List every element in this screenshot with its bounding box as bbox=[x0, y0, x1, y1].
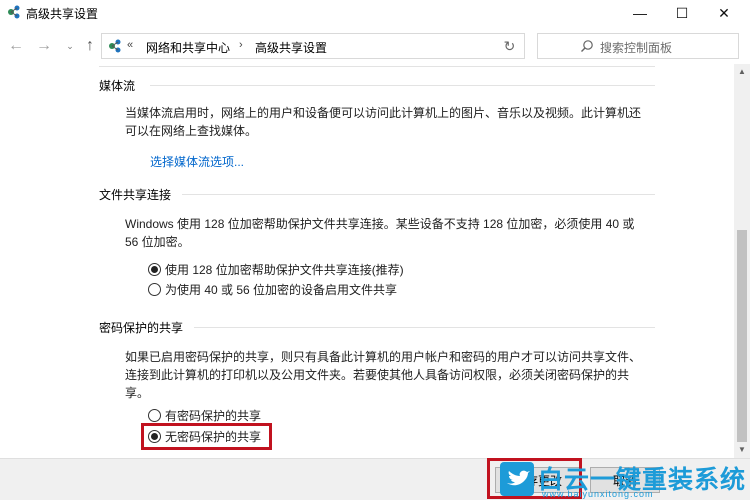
close-button[interactable]: ✕ bbox=[704, 0, 744, 26]
radio-128bit-encryption[interactable]: 使用 128 位加密帮助保护文件共享连接(推荐) bbox=[148, 261, 404, 277]
network-sharing-icon bbox=[109, 39, 121, 53]
watermark-url: www.baiyunxitong.com bbox=[542, 489, 654, 499]
section-divider bbox=[194, 327, 655, 328]
scroll-down-icon[interactable]: ▼ bbox=[734, 442, 750, 458]
search-icon bbox=[581, 40, 593, 52]
section-divider bbox=[150, 85, 655, 86]
address-bar[interactable]: « 网络和共享中心 › 高级共享设置 ⌄ bbox=[101, 33, 584, 59]
radio-40-56bit-encryption[interactable]: 为使用 40 或 56 位加密的设备启用文件共享 bbox=[148, 281, 397, 297]
up-arrow-icon[interactable]: ↑ bbox=[80, 36, 100, 56]
chevron-right-icon[interactable]: › bbox=[239, 39, 243, 51]
navigation-bar: ← → ⌄ ↑ « 网络和共享中心 › 高级共享设置 ⌄ ↻ 搜索控制面板 bbox=[0, 28, 750, 64]
recent-locations-icon[interactable]: ⌄ bbox=[60, 36, 80, 56]
radio-label[interactable]: 使用 128 位加密帮助保护文件共享连接(推荐) bbox=[165, 261, 404, 278]
radio-button-selected[interactable] bbox=[148, 262, 161, 276]
breadcrumb-overflow[interactable]: « bbox=[127, 39, 133, 51]
media-description-line: 可以在网络上查找媒体。 bbox=[125, 124, 258, 138]
section-divider bbox=[99, 66, 655, 67]
file-sharing-description: Windows 使用 128 位加密帮助保护文件共享连接。某些设备不支持 128… bbox=[125, 215, 670, 251]
watermark: 白云一键重装系统 www.baiyunxitong.com bbox=[496, 460, 750, 499]
section-header-file-sharing: 文件共享连接 bbox=[99, 188, 172, 202]
back-arrow-icon[interactable]: ← bbox=[6, 36, 26, 56]
radio-button[interactable] bbox=[148, 282, 161, 296]
search-placeholder: 搜索控制面板 bbox=[600, 41, 673, 55]
title-bar: 高级共享设置 — ☐ ✕ bbox=[0, 0, 750, 26]
window-title: 高级共享设置 bbox=[26, 7, 99, 21]
password-description-line: 连接到此计算机的打印机以及公用文件夹。若要使其他人具备访问权限，必须关闭密码保护… bbox=[125, 368, 630, 382]
radio-label[interactable]: 有密码保护的共享 bbox=[165, 407, 261, 424]
bird-logo-icon bbox=[500, 462, 534, 496]
media-streaming-options-link[interactable]: 选择媒体流选项... bbox=[150, 153, 244, 170]
radio-password-protected-on[interactable]: 有密码保护的共享 bbox=[148, 407, 261, 423]
section-header-password-sharing: 密码保护的共享 bbox=[99, 321, 184, 335]
breadcrumb-item[interactable]: 高级共享设置 bbox=[255, 39, 327, 56]
maximize-button[interactable]: ☐ bbox=[662, 0, 702, 26]
scroll-up-icon[interactable]: ▲ bbox=[734, 64, 750, 80]
media-description-line: 当媒体流启用时，网络上的用户和设备便可以访问此计算机上的图片、音乐以及视频。此计… bbox=[125, 106, 642, 120]
network-sharing-icon bbox=[8, 5, 20, 19]
breadcrumb-item[interactable]: 网络和共享中心 bbox=[146, 39, 230, 56]
section-divider bbox=[182, 194, 655, 195]
highlight-box bbox=[141, 423, 272, 450]
media-description: 当媒体流启用时，网络上的用户和设备便可以访问此计算机上的图片、音乐以及视频。此计… bbox=[125, 104, 670, 140]
password-description-line: 如果已启用密码保护的共享，则只有具备此计算机的用户帐户和密码的用户才可以访问共享… bbox=[125, 350, 642, 364]
refresh-button[interactable]: ↻ bbox=[495, 33, 525, 59]
password-sharing-description: 如果已启用密码保护的共享，则只有具备此计算机的用户帐户和密码的用户才可以访问共享… bbox=[125, 348, 670, 402]
search-input[interactable]: 搜索控制面板 bbox=[537, 33, 739, 59]
vertical-scrollbar[interactable]: ▲ ▼ bbox=[734, 64, 750, 458]
settings-content: 媒体流 当媒体流启用时，网络上的用户和设备便可以访问此计算机上的图片、音乐以及视… bbox=[0, 64, 734, 458]
file-sharing-description-line: 56 位加密。 bbox=[125, 235, 190, 249]
forward-arrow-icon[interactable]: → bbox=[34, 36, 54, 56]
minimize-button[interactable]: — bbox=[620, 0, 660, 26]
radio-button[interactable] bbox=[148, 408, 161, 422]
scrollbar-thumb[interactable] bbox=[737, 230, 747, 442]
radio-label[interactable]: 为使用 40 或 56 位加密的设备启用文件共享 bbox=[165, 281, 397, 298]
section-header-media: 媒体流 bbox=[99, 79, 136, 93]
file-sharing-description-line: Windows 使用 128 位加密帮助保护文件共享连接。某些设备不支持 128… bbox=[125, 217, 635, 231]
password-description-line: 享。 bbox=[125, 386, 150, 400]
